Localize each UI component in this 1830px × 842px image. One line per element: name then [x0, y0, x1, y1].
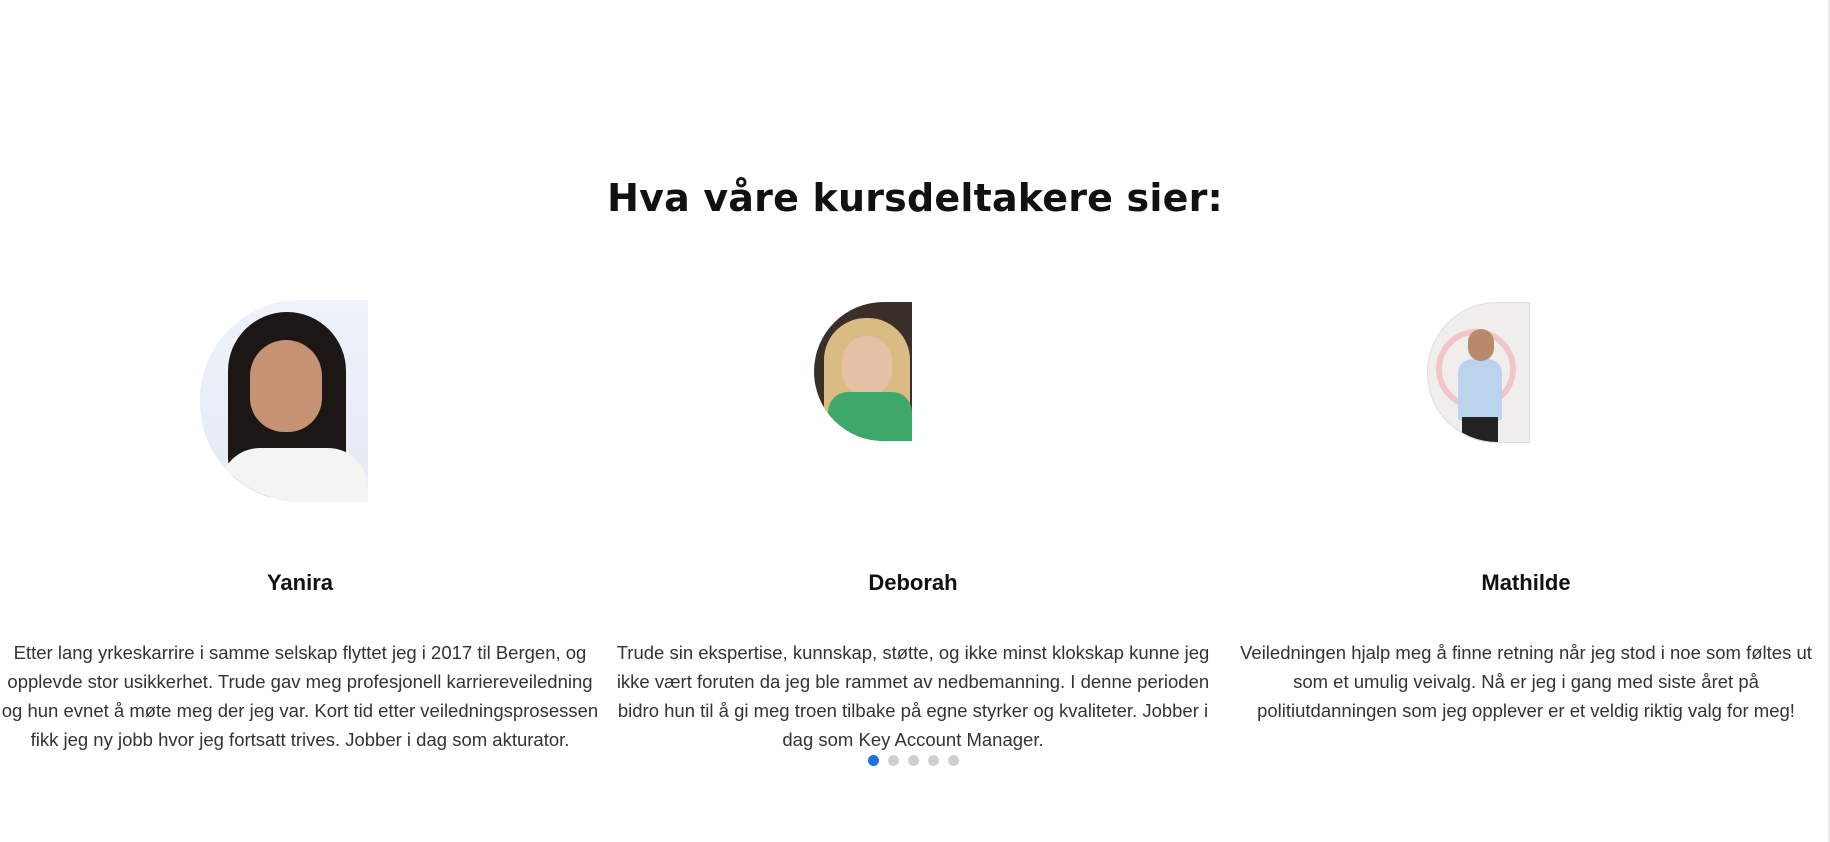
testimonial-quote: Trude sin ekspertise, kunnskap, støtte, … — [616, 642, 1210, 750]
carousel-dot[interactable] — [928, 755, 939, 766]
section-title: Hva våre kursdeltakere sier: — [607, 176, 1223, 220]
avatar — [200, 300, 368, 502]
testimonial-name: Yanira — [266, 570, 334, 595]
carousel-dot[interactable] — [908, 755, 919, 766]
carousel-dot[interactable] — [868, 755, 879, 766]
testimonial-name: Mathilde — [1481, 570, 1571, 595]
testimonial-quote: Veiledningen hjalp meg å finne retning n… — [1240, 642, 1812, 721]
avatar — [814, 302, 912, 441]
testimonial-name: Deborah — [868, 570, 958, 595]
carousel-dot[interactable] — [948, 755, 959, 766]
testimonials-section: Hva våre kursdeltakere sier: Yanira Ette… — [0, 0, 1830, 842]
avatar — [1427, 302, 1530, 443]
carousel-pagination — [868, 755, 959, 766]
carousel-dot[interactable] — [888, 755, 899, 766]
testimonial-quote: Etter lang yrkeskarrire i samme selskap … — [1, 642, 599, 750]
